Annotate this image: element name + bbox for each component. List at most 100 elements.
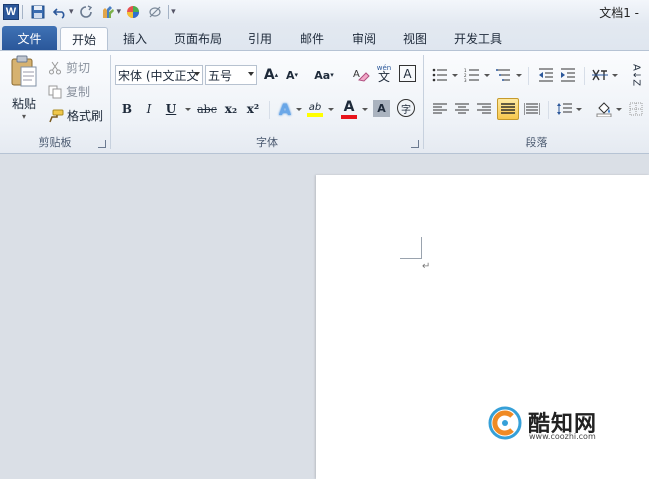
line-spacing-button[interactable] — [554, 99, 574, 119]
window-title: 文档1 - — [599, 6, 639, 20]
color-wheel-button[interactable] — [123, 2, 143, 22]
customize-qat-icon[interactable]: ▾ — [171, 7, 176, 17]
paste-dropdown-icon[interactable]: ▾ — [22, 112, 26, 121]
underline-button[interactable]: U — [161, 99, 181, 119]
font-color-dropdown-icon[interactable] — [362, 108, 368, 111]
font-color-icon: A — [343, 99, 355, 115]
multilevel-list-icon — [496, 69, 510, 81]
chevron-down-icon — [194, 72, 200, 76]
clipboard-group: 粘贴 ▾ 剪切 复制 格式刷 剪贴板 — [0, 51, 110, 154]
tab-file[interactable]: 文件 — [2, 26, 57, 50]
italic-button[interactable]: I — [139, 99, 159, 119]
tab-page-layout[interactable]: 页面布局 — [170, 26, 226, 50]
superscript-icon: x² — [246, 102, 260, 116]
borders-button[interactable] — [626, 99, 646, 119]
color-wheel-icon — [127, 6, 140, 18]
enclose-characters-button[interactable]: 字 — [397, 99, 415, 117]
format-painter-button[interactable]: 格式刷 — [48, 107, 103, 124]
change-case-button[interactable]: Aa ▾ — [311, 65, 337, 85]
tab-developer[interactable]: 开发工具 — [450, 26, 506, 50]
save-icon — [31, 5, 45, 19]
line-spacing-dropdown-icon[interactable] — [576, 108, 582, 111]
sort-icon: A↓Z — [630, 63, 642, 87]
numbering-button[interactable]: 123 — [462, 65, 482, 85]
redo-button[interactable] — [76, 2, 96, 22]
font-color-button[interactable]: A — [339, 97, 359, 121]
increase-indent-button[interactable] — [558, 65, 578, 85]
font-group-label: 字体 — [256, 136, 278, 149]
text-effects-button[interactable]: A — [275, 99, 295, 119]
justify-button[interactable] — [497, 98, 519, 120]
font-dialog-launcher-icon[interactable] — [411, 140, 419, 148]
distributed-button[interactable] — [522, 99, 542, 119]
copy-button[interactable]: 复制 — [48, 83, 90, 100]
grow-font-button[interactable]: A ▴ — [261, 65, 281, 85]
pen-hand-icon — [102, 6, 114, 18]
highlight-dropdown-icon[interactable] — [328, 108, 334, 111]
justify-icon — [501, 103, 515, 114]
strikethrough-button[interactable]: abc — [195, 99, 219, 119]
highlight-color-bar — [307, 112, 323, 117]
numbering-dropdown-icon[interactable] — [484, 74, 490, 77]
inline-separator — [584, 67, 585, 85]
shrink-font-button[interactable]: A ▾ — [282, 65, 302, 85]
undo-dropdown-icon[interactable]: ▾ — [69, 7, 74, 17]
cut-button[interactable]: 剪切 — [48, 59, 90, 76]
highlight-button[interactable]: ab — [305, 97, 325, 121]
multilevel-dropdown-icon[interactable] — [516, 74, 522, 77]
text-effects-dropdown-icon[interactable] — [296, 108, 302, 111]
multilevel-list-button[interactable] — [494, 65, 514, 85]
watermark: 酷知网 www.coozhi.com — [488, 404, 618, 446]
sort-button[interactable]: A↓Z — [626, 63, 646, 87]
eraser-icon — [149, 6, 161, 18]
undo-button[interactable] — [50, 2, 70, 22]
tab-view[interactable]: 视图 — [400, 26, 430, 50]
chinese-layout-button[interactable] — [590, 65, 610, 85]
character-border-button[interactable]: A — [399, 65, 416, 82]
shading-dropdown-icon[interactable] — [616, 108, 622, 111]
superscript-button[interactable]: x² — [243, 99, 263, 119]
align-right-button[interactable] — [474, 99, 494, 119]
copy-icon — [48, 85, 62, 98]
format-painter-label: 格式刷 — [67, 109, 104, 123]
tab-insert[interactable]: 插入 — [120, 26, 150, 50]
bullets-button[interactable] — [430, 65, 450, 85]
chinese-layout-dropdown-icon[interactable] — [612, 74, 618, 77]
draw-tool-button[interactable] — [98, 2, 118, 22]
subscript-button[interactable]: x₂ — [221, 99, 241, 119]
font-name-value: 宋体 (中文正文 — [118, 68, 199, 83]
align-left-button[interactable] — [430, 99, 450, 119]
clear-formatting-button[interactable]: A — [351, 65, 371, 85]
shading-button[interactable] — [594, 99, 614, 119]
save-button[interactable] — [28, 2, 48, 22]
italic-icon: I — [146, 102, 152, 116]
font-size-value: 五号 — [208, 68, 233, 83]
distributed-icon — [524, 103, 540, 115]
bold-button[interactable]: B — [117, 99, 137, 119]
underline-dropdown-icon[interactable] — [185, 108, 191, 111]
paste-icon — [11, 55, 37, 87]
font-size-combobox[interactable]: 五号 — [205, 65, 257, 85]
tab-mailings[interactable]: 邮件 — [297, 26, 327, 50]
tab-references[interactable]: 引用 — [245, 26, 275, 50]
word-app-icon[interactable]: W — [3, 4, 19, 20]
align-center-button[interactable] — [452, 99, 472, 119]
phonetic-guide-button[interactable]: wén 文 — [374, 63, 394, 83]
svg-text:A: A — [353, 69, 360, 80]
paste-button[interactable]: 粘贴 ▾ — [6, 55, 42, 125]
redo-icon — [79, 5, 92, 18]
margin-crop-mark — [400, 237, 422, 259]
decrease-indent-button[interactable] — [536, 65, 556, 85]
coozhi-logo-icon — [488, 406, 522, 440]
paragraph-group-label: 段落 — [525, 136, 548, 149]
clear-format-button[interactable] — [145, 2, 165, 22]
tab-review[interactable]: 审阅 — [349, 26, 379, 50]
character-border-icon: A — [403, 66, 412, 81]
subscript-icon: x₂ — [224, 102, 238, 116]
bullets-dropdown-icon[interactable] — [452, 74, 458, 77]
tab-home[interactable]: 开始 — [60, 27, 108, 50]
font-name-combobox[interactable]: 宋体 (中文正文 — [115, 65, 203, 85]
draw-dropdown-icon[interactable]: ▾ — [117, 7, 122, 17]
character-shading-button[interactable]: A — [373, 100, 390, 117]
clipboard-dialog-launcher-icon[interactable] — [98, 140, 106, 148]
